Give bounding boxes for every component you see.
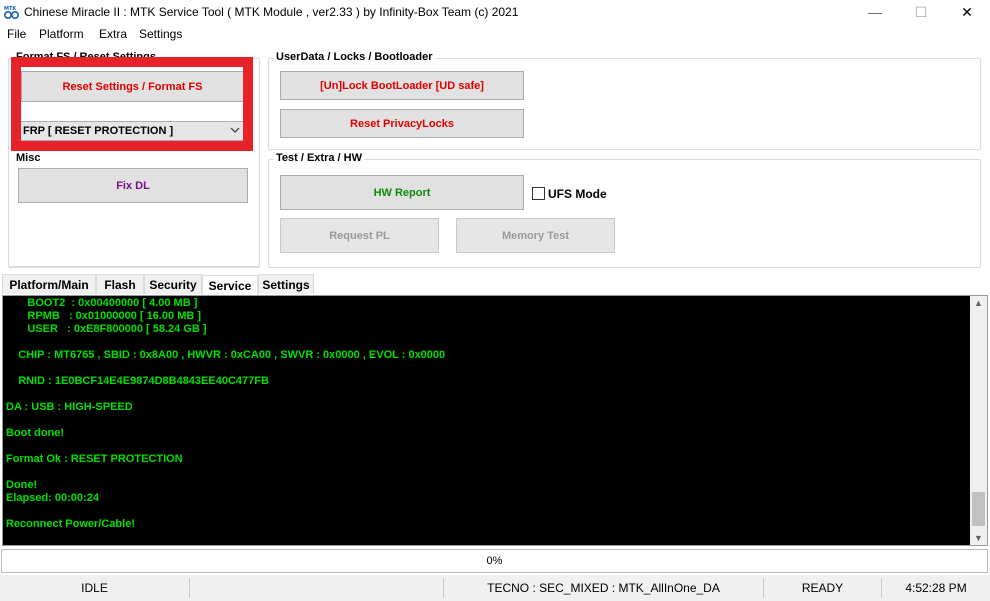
app-logo-icon: MTK bbox=[3, 6, 20, 20]
status-device: TECNO : SEC_MIXED : MTK_AllInOne_DA bbox=[444, 578, 764, 598]
log-line: Boot done! bbox=[6, 427, 65, 439]
memory-test-button[interactable]: Memory Test bbox=[456, 218, 615, 253]
status-blank bbox=[190, 578, 444, 598]
log-line: DA : USB : HIGH-SPEED bbox=[6, 401, 133, 413]
scroll-up-icon[interactable]: ▲ bbox=[974, 298, 983, 308]
title-bar: MTK Chinese Miracle II : MTK Service Too… bbox=[0, 0, 990, 24]
highlight-frame bbox=[11, 57, 253, 151]
tab-settings[interactable]: Settings bbox=[258, 274, 314, 294]
menu-extra[interactable]: Extra bbox=[99, 27, 127, 41]
status-bar: IDLE TECNO : SEC_MIXED : MTK_AllInOne_DA… bbox=[0, 575, 990, 601]
log-console[interactable]: BOOT2 : 0x00400000 [ 4.00 MB ] RPMB : 0x… bbox=[2, 295, 988, 546]
menu-platform[interactable]: Platform bbox=[39, 27, 84, 41]
log-line: RNID : 1E0BCF14E4E9874D8B4843EE40C477FB bbox=[6, 375, 269, 387]
ufs-mode-checkbox[interactable] bbox=[532, 187, 545, 200]
scroll-thumb[interactable] bbox=[972, 492, 985, 526]
fix-dl-button[interactable]: Fix DL bbox=[18, 168, 248, 203]
menu-settings[interactable]: Settings bbox=[139, 27, 182, 41]
tab-flash[interactable]: Flash bbox=[96, 274, 144, 294]
request-pl-button[interactable]: Request PL bbox=[280, 218, 439, 253]
tab-platform-main[interactable]: Platform/Main bbox=[2, 274, 96, 294]
log-line: Elapsed: 00:00:24 bbox=[6, 492, 99, 504]
tab-security[interactable]: Security bbox=[144, 274, 202, 294]
status-state: IDLE bbox=[0, 578, 190, 598]
menu-file[interactable]: File bbox=[7, 27, 26, 41]
log-line: Done! bbox=[6, 479, 38, 491]
log-line: USER : 0xE8F800000 [ 58.24 GB ] bbox=[6, 323, 207, 335]
log-line: CHIP : MT6765 , SBID : 0x8A00 , HWVR : 0… bbox=[6, 349, 446, 361]
test-group-title: Test / Extra / HW bbox=[274, 152, 364, 164]
log-line: Format Ok : RESET PROTECTION bbox=[6, 453, 183, 465]
reset-privacy-locks-button[interactable]: Reset PrivacyLocks bbox=[280, 109, 524, 138]
hw-report-button[interactable]: HW Report bbox=[280, 175, 524, 210]
status-ready: READY bbox=[764, 578, 882, 598]
minimize-button[interactable]: — bbox=[852, 0, 898, 24]
progress-label: 0% bbox=[486, 555, 503, 567]
log-line: BOOT2 : 0x00400000 [ 4.00 MB ] bbox=[6, 297, 198, 309]
close-button[interactable]: ✕ bbox=[944, 0, 990, 24]
userdata-group-title: UserData / Locks / Bootloader bbox=[274, 51, 435, 63]
log-scrollbar[interactable]: ▲ ▼ bbox=[970, 296, 987, 545]
ufs-mode-label: UFS Mode bbox=[548, 187, 607, 201]
window-title: Chinese Miracle II : MTK Service Tool ( … bbox=[24, 5, 519, 19]
misc-group-title: Misc bbox=[14, 152, 43, 164]
unlock-bootloader-button[interactable]: [Un]Lock BootLoader [UD safe] bbox=[280, 71, 524, 100]
maximize-button[interactable]: ☐ bbox=[898, 0, 944, 24]
progress-bar: 0% bbox=[1, 549, 988, 573]
scroll-down-icon[interactable]: ▼ bbox=[974, 533, 983, 543]
menu-bar: File Platform Extra Settings bbox=[0, 25, 990, 44]
log-line: Reconnect Power/Cable! bbox=[6, 518, 135, 530]
log-line: RPMB : 0x01000000 [ 16.00 MB ] bbox=[6, 310, 202, 322]
status-time: 4:52:28 PM bbox=[905, 581, 967, 595]
tab-service[interactable]: Service bbox=[202, 275, 258, 295]
